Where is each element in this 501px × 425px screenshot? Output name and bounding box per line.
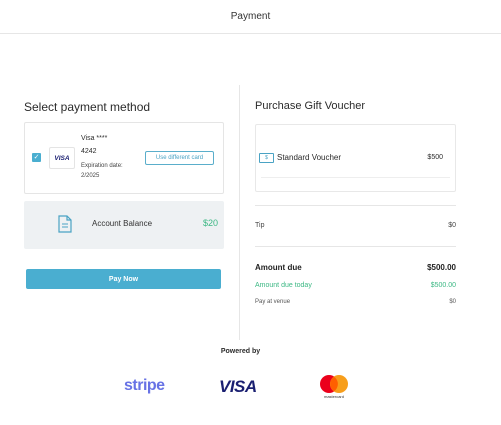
saved-card-option[interactable]: ✓ VISA Visa **** 4242 Expiration date: 2… <box>24 122 224 194</box>
card-checkbox[interactable]: ✓ <box>32 153 41 162</box>
page-title: Payment <box>230 11 271 22</box>
amount-due-value: $500.00 <box>427 263 456 272</box>
voucher-icon: $ <box>259 153 274 163</box>
divider <box>261 177 450 178</box>
divider <box>255 205 456 206</box>
payment-method-section: Select payment method <box>24 100 224 114</box>
powered-by-label: Powered by <box>220 348 261 355</box>
document-icon <box>58 215 72 233</box>
account-balance-option[interactable]: Account Balance $20 <box>24 201 224 249</box>
card-name: Visa **** <box>81 135 108 142</box>
amount-due-today-value: $500.00 <box>430 282 456 289</box>
card-last4: 4242 <box>81 148 97 155</box>
column-divider <box>239 85 240 340</box>
amount-due-label: Amount due <box>255 263 302 272</box>
pay-at-venue-value: $0 <box>449 299 456 305</box>
visa-card-badge: VISA <box>49 147 75 169</box>
balance-label: Account Balance <box>92 219 153 228</box>
pay-at-venue-label: Pay at venue <box>255 299 291 305</box>
use-different-card-button[interactable]: Use different card <box>145 151 214 165</box>
section-title: Select payment method <box>24 100 151 114</box>
mastercard-logo-text: mastercard <box>323 394 344 399</box>
stripe-logo: stripe <box>124 377 165 394</box>
amount-due-today-label: Amount due today <box>255 282 312 289</box>
balance-value: $20 <box>202 218 218 228</box>
voucher-item: $ Standard Voucher $500 <box>255 124 456 192</box>
tip-label: Tip <box>255 222 265 229</box>
divider <box>255 246 456 247</box>
visa-logo: VISA <box>219 377 257 396</box>
tip-value: $0 <box>448 222 456 229</box>
voucher-price: $500 <box>427 154 443 161</box>
pay-now-button[interactable]: Pay Now <box>26 269 221 289</box>
top-bar: Payment <box>0 0 501 34</box>
summary-title: Purchase Gift Voucher <box>255 100 366 112</box>
check-icon: ✓ <box>33 154 40 161</box>
voucher-name: Standard Voucher <box>277 153 342 162</box>
card-expiration: Expiration date: 2/2025 <box>81 163 123 179</box>
